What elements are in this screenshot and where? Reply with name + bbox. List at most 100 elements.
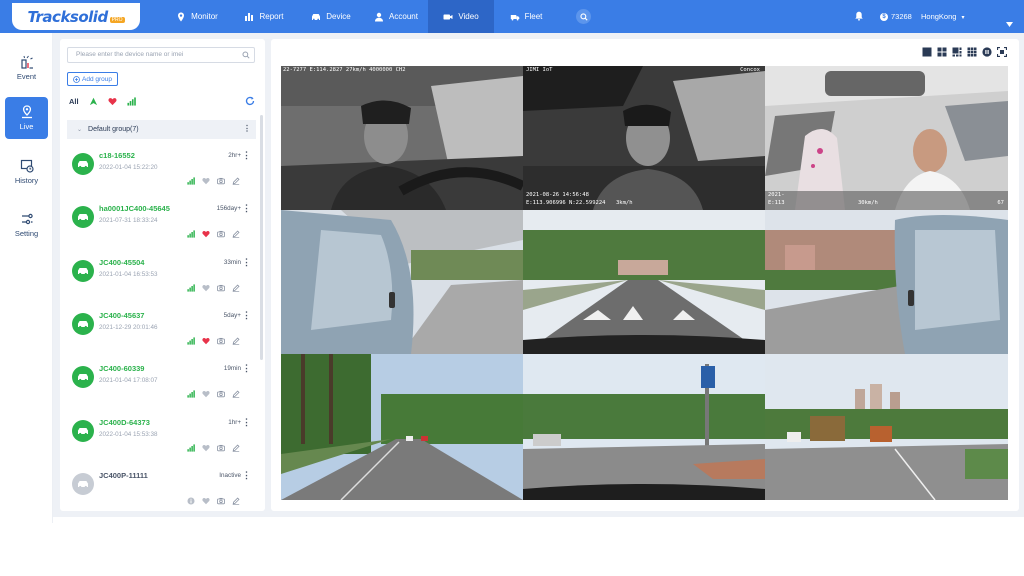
device-more-icon[interactable]: ⋮ <box>242 203 251 214</box>
edit-icon[interactable] <box>232 230 240 239</box>
camera-icon[interactable] <box>217 284 225 292</box>
nav-fleet[interactable]: Fleet <box>503 0 549 33</box>
live-icon <box>21 105 32 119</box>
fullscreen-icon[interactable] <box>997 47 1007 57</box>
video-tile-7[interactable] <box>281 354 523 500</box>
device-actions <box>187 390 240 399</box>
device-name[interactable]: ha0001JC400-45645 <box>99 204 170 213</box>
layout-3x3-icon[interactable] <box>967 47 977 57</box>
group-more-icon[interactable]: ⋮ <box>243 124 251 133</box>
device-name[interactable]: c18-16552 <box>99 151 135 160</box>
device-actions <box>187 230 240 239</box>
device-name[interactable]: JC400-60339 <box>99 364 144 373</box>
camera-icon[interactable] <box>217 497 225 505</box>
edit-icon[interactable] <box>232 390 240 399</box>
edit-icon[interactable] <box>232 497 240 505</box>
video-tile-8[interactable] <box>523 354 765 500</box>
layout-1x1-icon[interactable] <box>922 47 932 57</box>
edit-icon[interactable] <box>232 443 240 452</box>
nav-device[interactable]: Device <box>303 0 359 33</box>
signal-icon <box>187 390 195 398</box>
edit-icon[interactable] <box>232 177 240 185</box>
add-group-button[interactable]: Add group <box>67 72 118 86</box>
rail-item-event[interactable]: Event <box>5 47 48 89</box>
device-more-icon[interactable]: ⋮ <box>242 310 251 321</box>
camera-icon[interactable] <box>217 230 225 238</box>
device-name[interactable]: JC400P-11111 <box>99 471 148 480</box>
nav-account[interactable]: Account <box>368 0 424 33</box>
rail-item-live[interactable]: Live <box>5 97 48 139</box>
filter-all[interactable]: All <box>69 97 79 106</box>
device-more-icon[interactable]: ⋮ <box>242 363 251 374</box>
notification-bell-icon[interactable] <box>854 11 864 21</box>
heart-icon[interactable] <box>202 177 210 185</box>
video-tile-4[interactable] <box>281 210 523 354</box>
device-list-item[interactable]: JC400-45504 2021-01-04 16:53:53 33min ⋮ <box>67 248 256 301</box>
device-actions <box>187 337 240 345</box>
device-search-input[interactable]: Please enter the device name or imei <box>67 47 255 63</box>
device-list-item[interactable]: JC400P-11111 Inactive ⋮ <box>67 461 256 511</box>
nav-report[interactable]: Report <box>236 0 292 33</box>
device-last-update: 2021-12-29 20:01:46 <box>99 323 158 331</box>
nav-video[interactable]: Video <box>428 0 494 33</box>
edit-icon[interactable] <box>232 284 240 292</box>
device-list-item[interactable]: JC400D-64373 2022-01-04 15:53:38 1hr+ ⋮ <box>67 408 256 461</box>
heart-icon[interactable] <box>202 230 210 238</box>
video-tile-5[interactable] <box>523 210 765 354</box>
device-list-scrollbar[interactable] <box>260 115 263 360</box>
pause-all-icon[interactable] <box>982 47 992 57</box>
device-list-panel: Please enter the device name or imei Add… <box>60 39 265 511</box>
device-group-header[interactable]: ⌄ Default group(7) ⋮ <box>67 120 256 139</box>
plus-circle-icon <box>73 75 80 83</box>
camera-icon[interactable] <box>217 177 225 185</box>
balance-indicator[interactable]: $ 73268 <box>880 12 912 21</box>
heart-icon[interactable] <box>202 390 210 398</box>
video-tile-2[interactable]: JIMI IoT Concox 2021-08-26 14:56:48 E:11… <box>523 66 765 210</box>
signal-filter-icon[interactable] <box>127 97 136 106</box>
device-list-item[interactable]: c18-16552 2022-01-04 15:22:20 2hr+ ⋮ <box>67 141 256 194</box>
device-more-icon[interactable]: ⋮ <box>242 257 251 268</box>
heart-icon[interactable] <box>202 497 210 505</box>
camera-icon[interactable] <box>217 444 225 452</box>
rail-item-history[interactable]: History <box>5 151 48 193</box>
edit-icon[interactable] <box>232 337 240 345</box>
video-tile-3[interactable]: 2021- E:113 30km/h 67 <box>765 66 1008 210</box>
heart-icon[interactable] <box>202 337 210 345</box>
video-tile-1[interactable]: 22-7277 E:114.2827 27km/h 4000000 CH2 <box>281 66 523 210</box>
nav-label: Video <box>458 12 479 21</box>
refresh-icon[interactable] <box>245 96 255 106</box>
camera-icon[interactable] <box>217 337 225 345</box>
more-menu-button[interactable] <box>1006 14 1013 32</box>
layout-1plus5-icon[interactable] <box>952 47 962 57</box>
device-name[interactable]: JC400D-64373 <box>99 418 150 427</box>
device-list-item[interactable]: ha0001JC400-45645 2021-07-31 18:33:24 156d… <box>67 194 256 247</box>
heart-filter-icon[interactable] <box>108 97 117 106</box>
tracksolid-logo[interactable]: Tracksolid PRO <box>12 3 140 30</box>
device-list-item[interactable]: JC400-60339 2021-01-04 17:08:07 19min ⋮ <box>67 354 256 407</box>
heart-icon[interactable] <box>202 284 210 292</box>
device-name[interactable]: JC400-45504 <box>99 258 144 267</box>
cabin-camera-feed <box>523 66 765 210</box>
video-tile-9[interactable] <box>765 354 1008 500</box>
moving-filter-icon[interactable] <box>89 97 98 106</box>
user-menu[interactable]: HongKong ▾ <box>921 12 965 21</box>
device-status: 19min <box>223 365 241 373</box>
nav-monitor[interactable]: Monitor <box>168 0 226 33</box>
video-tile-6[interactable] <box>765 210 1008 354</box>
camera-icon[interactable] <box>217 390 225 398</box>
layout-2x2-icon[interactable] <box>937 47 947 57</box>
device-more-icon[interactable]: ⋮ <box>242 150 251 161</box>
device-more-icon[interactable]: ⋮ <box>242 470 251 481</box>
rail-item-setting[interactable]: Setting <box>5 204 48 246</box>
osd-brand: JIMI IoT <box>526 67 553 73</box>
device-name[interactable]: JC400-45637 <box>99 311 144 320</box>
status-filters: All <box>69 97 136 106</box>
truck-icon <box>510 14 519 20</box>
chevron-down-icon: ⌄ <box>77 127 83 133</box>
device-list-item[interactable]: JC400-45637 2021-12-29 20:01:46 5day+ ⋮ <box>67 301 256 354</box>
search-icon <box>242 51 250 59</box>
global-search-button[interactable] <box>576 9 591 24</box>
device-more-icon[interactable]: ⋮ <box>242 417 251 428</box>
osd-brand-right: Concox <box>740 67 760 73</box>
heart-icon[interactable] <box>202 444 210 452</box>
